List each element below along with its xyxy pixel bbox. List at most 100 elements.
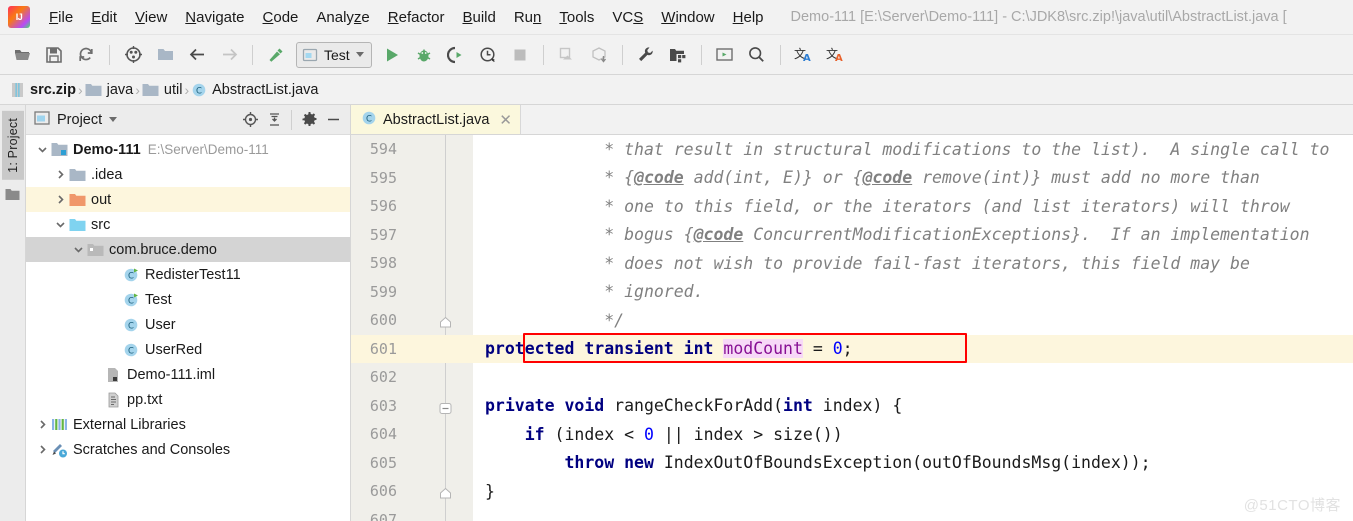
fold-end-icon[interactable] bbox=[439, 485, 452, 499]
chevron-down-icon bbox=[109, 117, 118, 122]
navigate-target-icon[interactable] bbox=[119, 41, 147, 69]
back-arrow-icon[interactable] bbox=[183, 41, 211, 69]
menu-item-run[interactable]: Run bbox=[505, 7, 551, 28]
breadcrumb-item-src-zip[interactable]: src.zip bbox=[10, 82, 76, 98]
project-view-selector[interactable]: Project bbox=[34, 110, 118, 130]
tree-node-userred[interactable]: C UserRed bbox=[26, 337, 350, 362]
token-punct: ; bbox=[842, 339, 853, 359]
build-hammer-icon[interactable] bbox=[262, 41, 290, 69]
menu-items-container: File Edit View Navigate Code Analyze Refactor B… bbox=[40, 7, 773, 28]
window-title: Demo-111 [E:\Server\Demo-111] - C:\JDK8\… bbox=[790, 9, 1287, 25]
tree-node-out[interactable]: out bbox=[26, 187, 350, 212]
breadcrumb-item-util[interactable]: util bbox=[142, 81, 183, 98]
fold-start-icon[interactable] bbox=[439, 400, 452, 414]
profile-icon[interactable] bbox=[474, 41, 502, 69]
run-configuration-icon bbox=[302, 48, 318, 61]
scroll-from-source-icon[interactable] bbox=[239, 109, 261, 131]
breadcrumb-label: java bbox=[106, 81, 134, 98]
scratches-icon bbox=[50, 442, 68, 458]
code-line-595: * {@code add(int, E)} or {@code remove(i… bbox=[473, 164, 1353, 193]
breadcrumb-item-abstractlist-java[interactable]: C AbstractList.java bbox=[191, 82, 319, 98]
tab-abstractlist-java[interactable]: C AbstractList.java ✕ bbox=[351, 105, 521, 134]
close-icon[interactable]: ✕ bbox=[499, 111, 512, 129]
menu-item-window[interactable]: Window bbox=[652, 7, 723, 28]
tree-node-scratches-and-consoles[interactable]: Scratches and Consoles bbox=[26, 437, 350, 462]
chevron-right-icon[interactable] bbox=[52, 169, 68, 180]
tree-node--idea[interactable]: .idea bbox=[26, 162, 350, 187]
tree-node-src[interactable]: src bbox=[26, 212, 350, 237]
breadcrumb-label: util bbox=[163, 81, 183, 98]
tree-node-user[interactable]: C User bbox=[26, 312, 350, 337]
code-content[interactable]: * that result in structural modification… bbox=[473, 135, 1353, 521]
settings-wrench-icon[interactable] bbox=[632, 41, 660, 69]
chevron-right-icon[interactable] bbox=[52, 194, 68, 205]
debug-icon[interactable] bbox=[410, 41, 438, 69]
tree-node-redistertest11[interactable]: C RedisterTest11 bbox=[26, 262, 350, 287]
save-all-icon[interactable] bbox=[40, 41, 68, 69]
tree-node-com-bruce-demo[interactable]: com.bruce.demo bbox=[26, 237, 350, 262]
menu-item-build[interactable]: Build bbox=[453, 7, 504, 28]
menu-item-navigate[interactable]: Navigate bbox=[176, 7, 253, 28]
chevron-down-icon[interactable] bbox=[70, 244, 86, 255]
settings-gear-icon[interactable] bbox=[298, 109, 320, 131]
tree-node-label: Demo-111.iml bbox=[127, 366, 216, 383]
menu-item-file[interactable]: File bbox=[40, 7, 82, 28]
toolbar-separator bbox=[700, 44, 702, 65]
tree-node-label: pp.txt bbox=[127, 391, 163, 408]
menu-item-refactor[interactable]: Refactor bbox=[379, 7, 454, 28]
token-ident bbox=[485, 425, 525, 444]
code-editor[interactable]: 594 595 596 597 598 599 600 601 602 603 604 605 606 6… bbox=[351, 135, 1353, 521]
chevron-down-icon[interactable] bbox=[34, 144, 50, 155]
menu-item-tools[interactable]: Tools bbox=[550, 7, 603, 28]
folder-icon bbox=[68, 168, 86, 182]
chevron-down-icon bbox=[355, 52, 364, 57]
menu-item-help[interactable]: Help bbox=[724, 7, 773, 28]
tree-node-demo-111-iml[interactable]: Demo-111.iml bbox=[26, 362, 350, 387]
translate-orange-icon[interactable]: 文A bbox=[822, 41, 850, 69]
commit-icon bbox=[585, 41, 613, 69]
menu-item-vcs[interactable]: VCS bbox=[603, 7, 652, 28]
breadcrumb-item-java[interactable]: java bbox=[85, 81, 134, 98]
token-ident: (index < bbox=[544, 424, 644, 444]
hide-panel-icon[interactable] bbox=[322, 109, 344, 131]
collapse-all-icon[interactable] bbox=[263, 109, 285, 131]
run-configuration-selector[interactable]: Test bbox=[296, 41, 372, 68]
token-num: 0 bbox=[832, 339, 843, 359]
chevron-right-icon[interactable] bbox=[34, 419, 50, 430]
java-class-icon: C bbox=[122, 317, 140, 333]
menu-item-edit[interactable]: Edit bbox=[82, 7, 126, 28]
line-number-594: 594 bbox=[369, 140, 397, 159]
editor-tab-bar: C AbstractList.java ✕ bbox=[351, 105, 1353, 135]
chevron-down-icon[interactable] bbox=[52, 219, 68, 230]
project-structure-icon[interactable] bbox=[664, 41, 692, 69]
line-number-gutter: 594 595 596 597 598 599 600 601 602 603 604 605 606 6… bbox=[351, 135, 473, 521]
tree-node-external-libraries[interactable]: External Libraries bbox=[26, 412, 350, 437]
token-doc: * one to this field, or the iterators (a… bbox=[485, 196, 1290, 216]
translate-blue-icon[interactable]: 文A bbox=[790, 41, 818, 69]
menu-item-analyze[interactable]: Analyze bbox=[307, 7, 378, 28]
tree-node-demo-111[interactable]: Demo-111 E:\Server\Demo-111 bbox=[26, 137, 350, 162]
line-number-598: 598 bbox=[369, 254, 397, 273]
editor-area: C AbstractList.java ✕ 594 595 596 597 598 599… bbox=[351, 105, 1353, 521]
chevron-right-icon[interactable] bbox=[34, 444, 50, 455]
sync-refresh-icon[interactable] bbox=[72, 41, 100, 69]
terminal-icon[interactable] bbox=[711, 41, 739, 69]
folder-icon[interactable] bbox=[151, 41, 179, 69]
line-number-596: 596 bbox=[369, 197, 397, 216]
svg-text:C: C bbox=[128, 296, 134, 306]
menu-item-code[interactable]: Code bbox=[254, 7, 308, 28]
menu-item-view[interactable]: View bbox=[126, 7, 176, 28]
open-project-icon[interactable] bbox=[8, 41, 36, 69]
search-everywhere-icon[interactable] bbox=[743, 41, 771, 69]
tree-node-pp-txt[interactable]: pp.txt bbox=[26, 387, 350, 412]
tree-node-label: Demo-111 bbox=[73, 141, 141, 158]
run-icon[interactable] bbox=[378, 41, 406, 69]
sidebar-item-project-tab[interactable]: 1: Project bbox=[1, 111, 24, 180]
tree-node-test[interactable]: C Test bbox=[26, 287, 350, 312]
tree-node-label: External Libraries bbox=[73, 416, 186, 433]
fold-end-icon[interactable] bbox=[439, 314, 452, 328]
workspace: 1: Project Project Demo-111 E:\Server\De… bbox=[0, 105, 1353, 521]
token-doc: add(int, E)} or { bbox=[683, 168, 863, 188]
run-with-coverage-icon[interactable] bbox=[442, 41, 470, 69]
